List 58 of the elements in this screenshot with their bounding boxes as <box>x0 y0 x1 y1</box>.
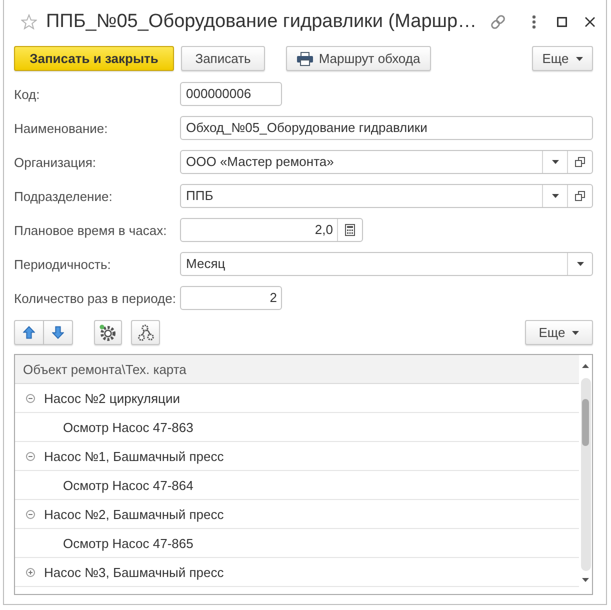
scrollbar-thumb[interactable] <box>582 399 589 446</box>
tree-row[interactable]: Осмотр Насос 47-863 <box>15 413 579 442</box>
number-field[interactable]: 2 <box>180 286 282 310</box>
field-label: Количество раз в периоде: <box>14 290 177 306</box>
tree-row[interactable]: Насос №2, Башмачный пресс <box>15 500 579 529</box>
field-label: Периодичность: <box>14 256 112 272</box>
scrollbar-track[interactable] <box>580 378 590 571</box>
caret-icon <box>576 56 583 60</box>
overlapping-squares-icon <box>575 157 585 167</box>
tree-row[interactable]: Осмотр Насос 47-865 <box>15 529 579 558</box>
settings-button[interactable] <box>94 320 122 345</box>
tree-row[interactable]: Насос №2 циркуляции <box>15 384 579 413</box>
move-up-button[interactable] <box>14 320 44 345</box>
select-field[interactable]: ООО «Мастер ремонта» <box>180 150 593 174</box>
down-arrow-icon <box>52 326 64 339</box>
field-label: Код: <box>14 86 41 102</box>
gear-icon <box>99 324 117 342</box>
caret-icon <box>552 160 558 164</box>
window-title: ППБ_№05_Оборудование гидравлики (Маршр… <box>46 10 477 34</box>
select-field[interactable]: ППБ <box>180 184 593 208</box>
number-field[interactable]: 2,0 <box>180 218 363 242</box>
plus-circle-icon[interactable] <box>26 568 35 576</box>
caret-icon <box>576 262 584 266</box>
caret-icon <box>572 330 580 334</box>
close-icon[interactable] <box>585 17 595 27</box>
maximize-icon[interactable] <box>557 17 567 27</box>
select-field[interactable]: Месяц <box>180 252 593 276</box>
menu-icon[interactable] <box>532 15 536 29</box>
more-button[interactable]: Еще <box>532 46 593 71</box>
minus-circle-icon[interactable] <box>26 452 35 460</box>
field-label: Наименование: <box>14 120 109 136</box>
text-field[interactable]: Обход_№05_Оборудование гидравлики <box>180 116 593 140</box>
overlapping-squares-icon <box>575 191 585 201</box>
column-header: Объект ремонта\Тех. карта <box>15 355 579 384</box>
up-arrow-icon <box>23 326 35 339</box>
save-and-close-button[interactable]: Записать и закрыть <box>14 46 174 71</box>
field-label: Организация: <box>14 154 98 170</box>
print-button[interactable]: Маршрут обхода <box>286 46 431 71</box>
tree-row[interactable]: Насос №1, Башмачный пресс <box>15 442 579 471</box>
minus-circle-icon[interactable] <box>26 394 35 402</box>
link-icon[interactable] <box>489 13 507 31</box>
move-down-button[interactable] <box>44 320 73 345</box>
field-label: Плановое время в часах: <box>14 222 168 238</box>
scroll-down-icon[interactable] <box>582 578 589 582</box>
printer-icon <box>296 52 313 66</box>
minus-circle-icon[interactable] <box>26 510 35 518</box>
gears-icon <box>136 324 154 342</box>
tree-row[interactable]: Осмотр Насос 47-864 <box>15 471 579 500</box>
field-label: Подразделение: <box>14 188 114 204</box>
calculator-icon <box>345 224 355 236</box>
text-field[interactable]: 000000006 <box>180 82 282 106</box>
save-button[interactable]: Записать <box>181 46 265 71</box>
gears-button[interactable] <box>131 320 160 345</box>
star-icon[interactable] <box>21 14 37 30</box>
caret-icon <box>552 194 558 198</box>
more-button[interactable]: Еще <box>525 320 593 345</box>
scroll-up-icon[interactable] <box>582 364 589 368</box>
tree-row[interactable]: Насос №3, Башмачный пресс <box>15 558 579 587</box>
